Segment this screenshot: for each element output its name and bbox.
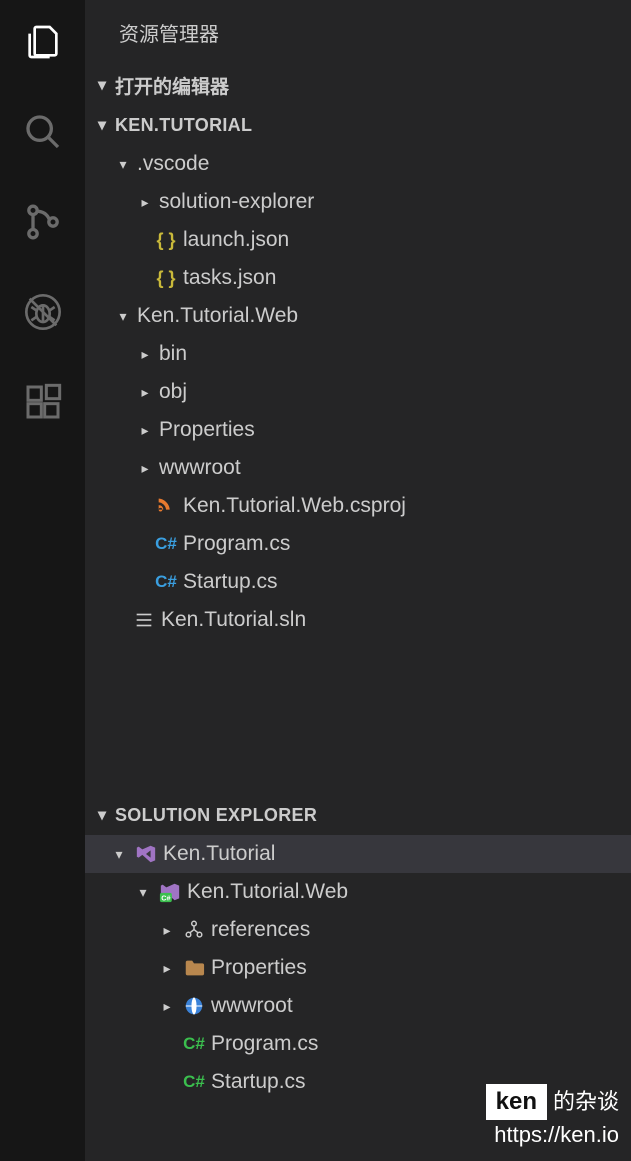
folder-vscode[interactable]: ▾ .vscode — [85, 145, 631, 183]
explorer-sidebar: 资源管理器 ▾ 打开的编辑器 ▾ KEN.TUTORIAL ▾ .vscode … — [85, 0, 631, 1161]
watermark-suffix: 的杂谈 — [553, 1089, 619, 1114]
solution-program-cs[interactable]: ▸ C# Program.cs — [85, 1025, 631, 1063]
file-tree: ▾ .vscode ▸ solution-explorer ▸ { } laun… — [85, 145, 631, 639]
solution-explorer-header[interactable]: ▾ SOLUTION EXPLORER — [85, 795, 631, 835]
json-file-icon: { } — [151, 268, 181, 289]
chevron-down-icon: ▾ — [89, 805, 115, 825]
xml-file-icon — [151, 495, 181, 517]
folder-label: .vscode — [135, 152, 209, 176]
file-program-cs[interactable]: ▸ C# Program.cs — [85, 525, 631, 563]
properties-node[interactable]: ▸ Properties — [85, 949, 631, 987]
source-control-tab-icon[interactable] — [19, 198, 67, 246]
sidebar-title: 资源管理器 — [85, 0, 631, 65]
explorer-tab-icon[interactable] — [19, 18, 67, 66]
solution-node[interactable]: ▾ Ken.Tutorial — [85, 835, 631, 873]
folder-bin[interactable]: ▸ bin — [85, 335, 631, 373]
chevron-down-icon: ▾ — [107, 846, 131, 863]
file-label: Program.cs — [181, 532, 290, 556]
folder-label: bin — [157, 342, 187, 366]
file-label: Ken.Tutorial.sln — [159, 608, 306, 632]
solution-label: Ken.Tutorial — [161, 842, 275, 866]
svg-text:C#: C# — [161, 893, 170, 902]
folder-wwwroot[interactable]: ▸ wwwroot — [85, 449, 631, 487]
chevron-right-icon: ▸ — [155, 960, 179, 977]
project-root-header[interactable]: ▾ KEN.TUTORIAL — [85, 105, 631, 145]
chevron-right-icon: ▸ — [133, 422, 157, 439]
folder-label: obj — [157, 380, 187, 404]
solution-project-node[interactable]: ▾ C# Ken.Tutorial.Web — [85, 873, 631, 911]
wwwroot-node[interactable]: ▸ wwwroot — [85, 987, 631, 1025]
folder-properties[interactable]: ▸ Properties — [85, 411, 631, 449]
file-label: tasks.json — [181, 266, 276, 290]
chevron-down-icon: ▾ — [111, 308, 135, 325]
globe-icon — [179, 995, 209, 1017]
project-root-label: KEN.TUTORIAL — [115, 115, 252, 136]
search-tab-icon[interactable] — [19, 108, 67, 156]
folder-label: wwwroot — [157, 456, 241, 480]
file-label: Program.cs — [209, 1032, 318, 1056]
folder-label: Ken.Tutorial.Web — [135, 304, 298, 328]
file-tasks-json[interactable]: ▸ { } tasks.json — [85, 259, 631, 297]
folder-icon — [179, 957, 209, 979]
debug-tab-icon[interactable] — [19, 288, 67, 336]
chevron-down-icon: ▾ — [111, 156, 135, 173]
file-sln[interactable]: ▸ Ken.Tutorial.sln — [85, 601, 631, 639]
references-icon — [179, 919, 209, 941]
properties-label: Properties — [209, 956, 307, 980]
references-node[interactable]: ▸ references — [85, 911, 631, 949]
file-label: Startup.cs — [209, 1070, 306, 1094]
chevron-right-icon: ▸ — [133, 460, 157, 477]
solution-explorer-label: SOLUTION EXPLORER — [115, 805, 317, 826]
project-label: Ken.Tutorial.Web — [185, 880, 348, 904]
csproj-icon: C# — [155, 881, 185, 903]
folder-ken-tutorial-web[interactable]: ▾ Ken.Tutorial.Web — [85, 297, 631, 335]
references-label: references — [209, 918, 310, 942]
csharp-file-icon: C# — [179, 1034, 209, 1054]
csharp-file-icon: C# — [151, 572, 181, 592]
activity-bar — [0, 0, 85, 1161]
file-launch-json[interactable]: ▸ { } launch.json — [85, 221, 631, 259]
file-csproj[interactable]: ▸ Ken.Tutorial.Web.csproj — [85, 487, 631, 525]
visual-studio-icon — [131, 843, 161, 865]
open-editors-label: 打开的编辑器 — [115, 72, 229, 99]
extensions-tab-icon[interactable] — [19, 378, 67, 426]
chevron-down-icon: ▾ — [131, 884, 155, 901]
watermark: ken的杂谈 https://ken.io — [486, 1084, 619, 1151]
folder-label: solution-explorer — [157, 190, 314, 214]
chevron-right-icon: ▸ — [133, 194, 157, 211]
chevron-right-icon: ▸ — [133, 384, 157, 401]
file-label: Ken.Tutorial.Web.csproj — [181, 494, 406, 518]
chevron-down-icon: ▾ — [89, 75, 115, 95]
csharp-file-icon: C# — [179, 1072, 209, 1092]
folder-obj[interactable]: ▸ obj — [85, 373, 631, 411]
chevron-down-icon: ▾ — [89, 115, 115, 135]
watermark-brand: ken — [486, 1084, 547, 1121]
solution-file-icon — [129, 609, 159, 631]
file-startup-cs[interactable]: ▸ C# Startup.cs — [85, 563, 631, 601]
watermark-url: https://ken.io — [486, 1120, 619, 1151]
chevron-right-icon: ▸ — [155, 998, 179, 1015]
open-editors-header[interactable]: ▾ 打开的编辑器 — [85, 65, 631, 105]
csharp-file-icon: C# — [151, 534, 181, 554]
json-file-icon: { } — [151, 230, 181, 251]
chevron-right-icon: ▸ — [155, 922, 179, 939]
wwwroot-label: wwwroot — [209, 994, 293, 1018]
chevron-right-icon: ▸ — [133, 346, 157, 363]
file-label: launch.json — [181, 228, 289, 252]
folder-solution-explorer[interactable]: ▸ solution-explorer — [85, 183, 631, 221]
file-label: Startup.cs — [181, 570, 278, 594]
folder-label: Properties — [157, 418, 255, 442]
